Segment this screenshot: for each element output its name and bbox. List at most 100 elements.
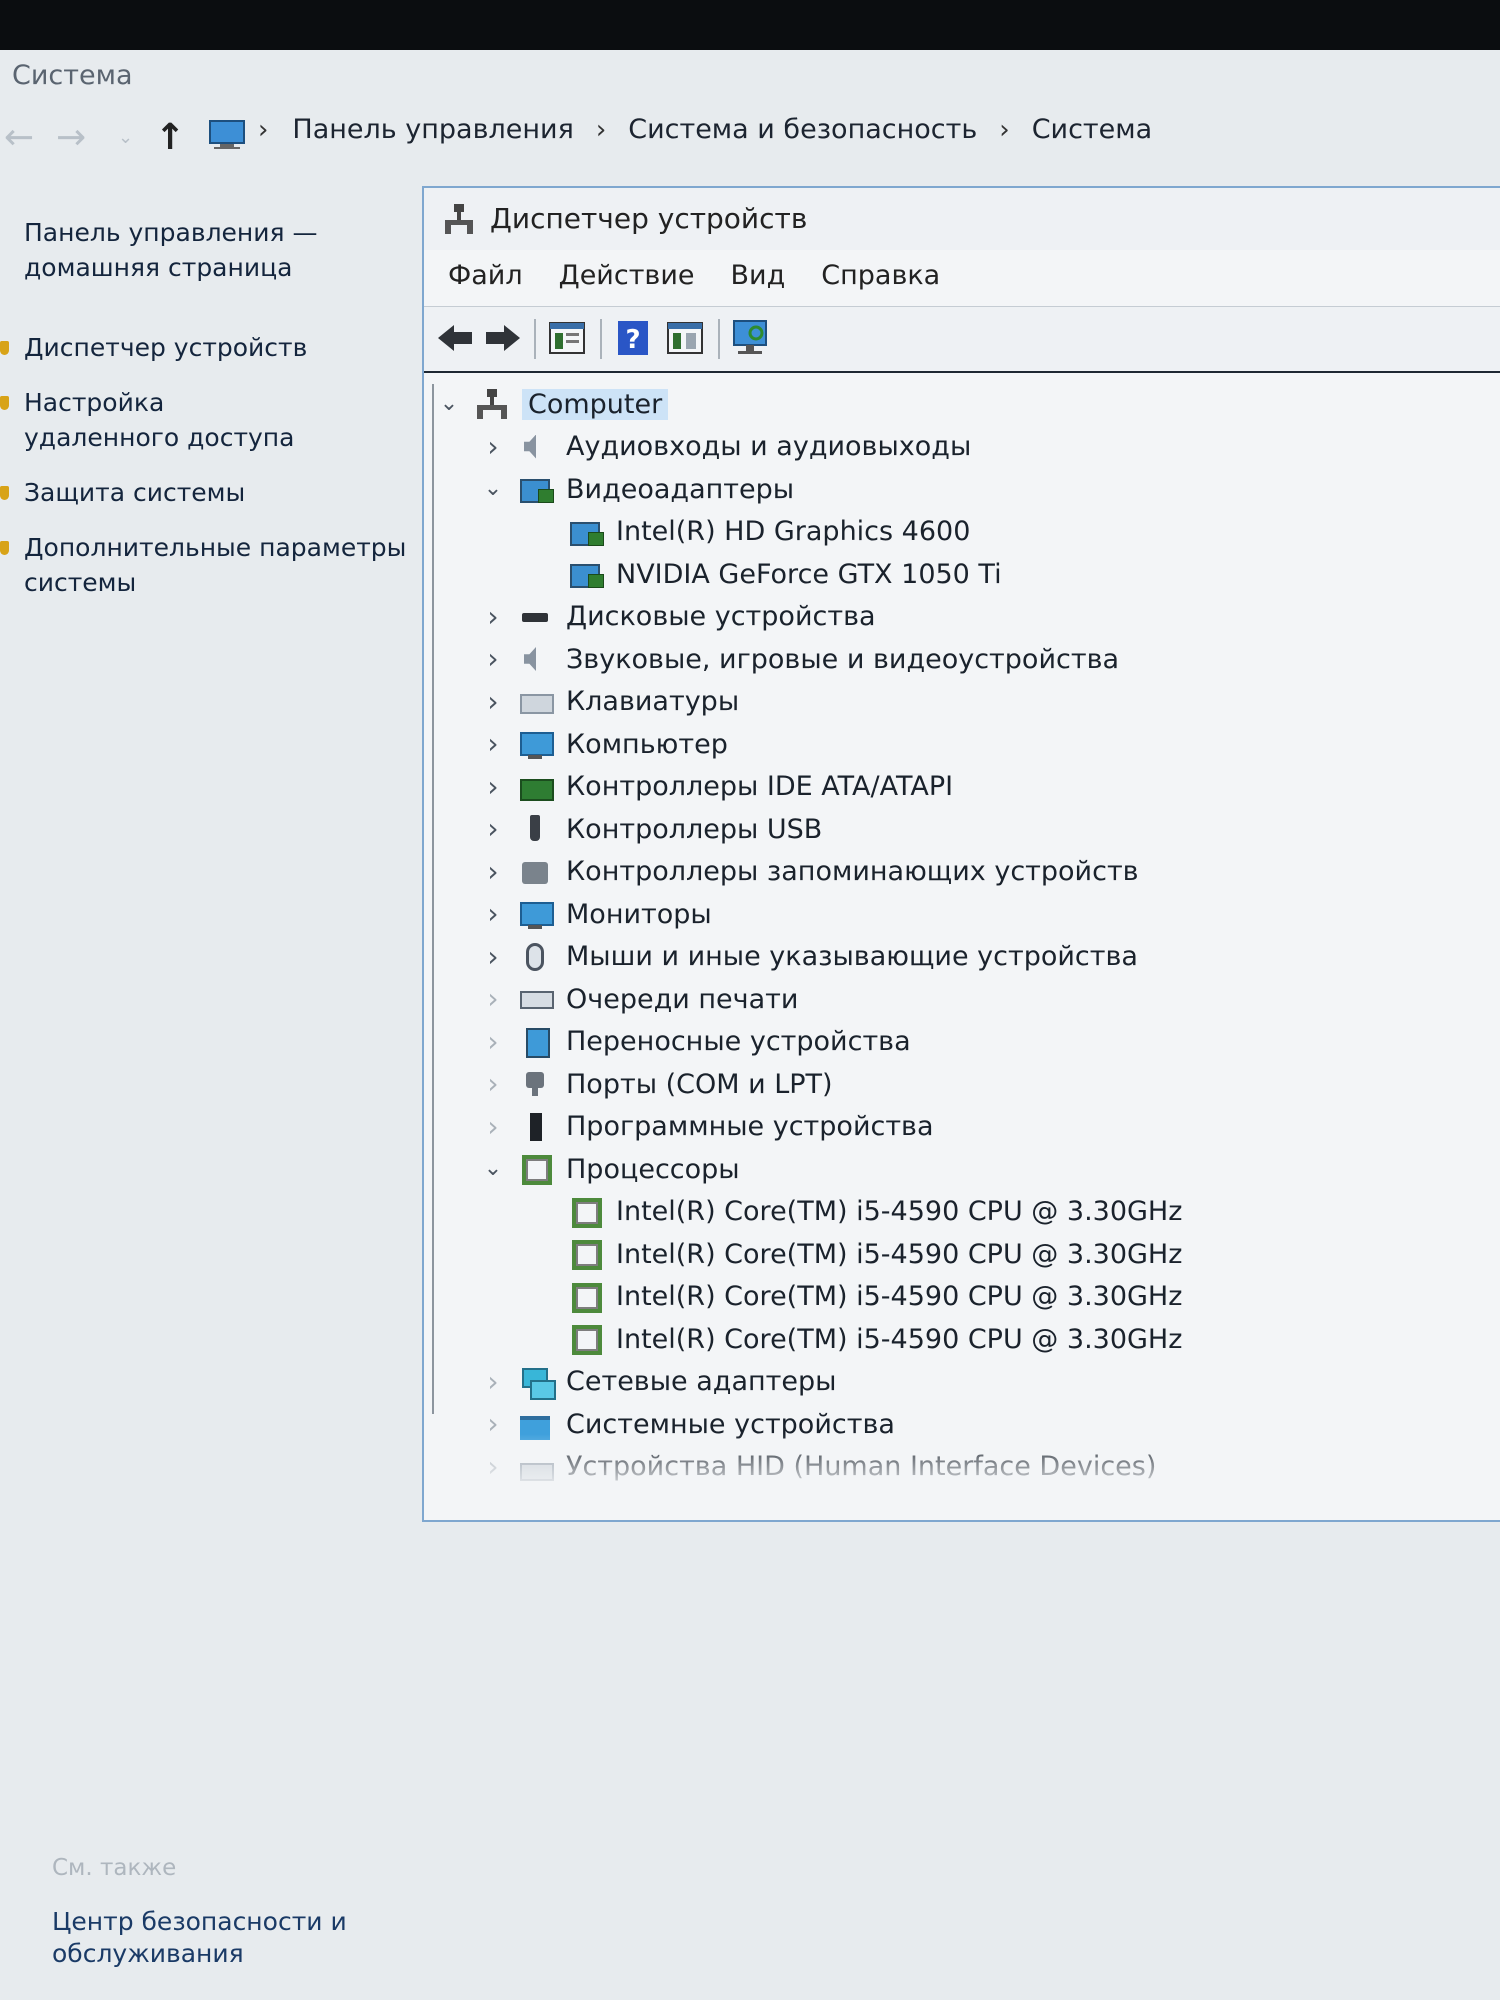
device-manager-icon bbox=[445, 204, 473, 234]
menu-view[interactable]: Вид bbox=[713, 254, 804, 298]
sidebar-item-advanced-settings[interactable]: Дополнительные параметры системы bbox=[0, 530, 414, 600]
expand-chevron-icon[interactable]: › bbox=[482, 730, 504, 758]
expand-chevron-icon[interactable]: › bbox=[482, 687, 504, 715]
tree-node-label: Intel(R) Core(TM) i5-4590 CPU @ 3.30GHz bbox=[616, 1238, 1183, 1270]
expand-chevron-icon[interactable]: › bbox=[482, 1410, 504, 1438]
breadcrumb-system[interactable]: Система bbox=[1032, 114, 1153, 145]
tree-root-computer[interactable]: ⌄ Computer bbox=[438, 384, 669, 424]
tree-node-label: Intel(R) Core(TM) i5-4590 CPU @ 3.30GHz bbox=[616, 1281, 1183, 1312]
tree-category[interactable]: › Порты (COM и LPT) bbox=[482, 1064, 832, 1104]
help-icon[interactable]: ? bbox=[612, 317, 654, 359]
up-button[interactable]: ↑ bbox=[155, 116, 185, 160]
collapse-chevron-icon[interactable]: ⌄ bbox=[438, 393, 460, 415]
forward-icon[interactable] bbox=[482, 317, 524, 359]
computer-root-icon bbox=[474, 388, 510, 420]
address-bar: ← → ⌄ ↑ › Панель управления › Система и … bbox=[0, 108, 1500, 172]
breadcrumb-separator-icon: › bbox=[999, 114, 1010, 145]
see-also-heading: См. также bbox=[52, 1855, 177, 1881]
tree-category[interactable]: › Аудиовходы и аудиовыходы bbox=[482, 427, 971, 467]
tree-node-label: Intel(R) Core(TM) i5-4590 CPU @ 3.30GHz bbox=[616, 1323, 1183, 1355]
collapse-chevron-icon[interactable]: ⌄ bbox=[482, 478, 504, 500]
menu-action[interactable]: Действие bbox=[541, 254, 713, 298]
device-manager-window: Диспетчер устройств Файл Действие Вид Сп… bbox=[422, 186, 1500, 1522]
expand-chevron-icon[interactable]: › bbox=[482, 602, 504, 630]
keyboard-icon bbox=[518, 686, 554, 718]
tree-category[interactable]: › Дисковые устройства bbox=[482, 597, 875, 637]
tree-category[interactable]: › Контроллеры IDE ATA/ATAPI bbox=[482, 767, 953, 807]
tree-category[interactable]: › Мониторы bbox=[482, 894, 711, 934]
tree-category[interactable]: › Сетевые адаптеры bbox=[482, 1362, 836, 1402]
security-maintenance-link[interactable]: Центр безопасности и обслуживания bbox=[52, 1906, 352, 1970]
usb-icon bbox=[518, 813, 554, 845]
monitor-scan-icon[interactable] bbox=[730, 317, 772, 359]
sidebar-item-remote-access[interactable]: Настройка удаленного доступа bbox=[0, 385, 324, 455]
tree-node-label: Компьютер bbox=[566, 728, 728, 760]
display-adapter-icon bbox=[568, 558, 604, 590]
tree-device[interactable]: NVIDIA GeForce GTX 1050 Ti bbox=[568, 554, 1002, 594]
portable-device-icon bbox=[518, 1026, 554, 1058]
collapse-chevron-icon[interactable]: ⌄ bbox=[482, 1158, 504, 1180]
expand-chevron-icon[interactable]: › bbox=[482, 772, 504, 800]
tree-category[interactable]: › Клавиатуры bbox=[482, 682, 739, 722]
tree-node-label: Аудиовходы и аудиовыходы bbox=[566, 431, 972, 462]
tree-device[interactable]: Intel(R) HD Graphics 4600 bbox=[568, 512, 970, 552]
expand-chevron-icon[interactable]: › bbox=[482, 1070, 504, 1098]
tree-node-label: Контроллеры запоминающих устройств bbox=[566, 856, 1139, 887]
sidebar-item-device-manager[interactable]: Диспетчер устройств bbox=[0, 330, 404, 365]
breadcrumb-control-panel[interactable]: Панель управления bbox=[292, 114, 573, 145]
tree-category[interactable]: › Контроллеры USB bbox=[482, 809, 822, 849]
disk-icon bbox=[518, 601, 554, 633]
view-icon[interactable] bbox=[664, 317, 706, 359]
sidebar-item-label: Диспетчер устройств bbox=[24, 333, 308, 362]
device-manager-title: Диспетчер устройств bbox=[490, 202, 808, 235]
recent-pages-chevron-icon[interactable]: ⌄ bbox=[118, 116, 133, 160]
tree-node-label: Intel(R) HD Graphics 4600 bbox=[616, 516, 971, 547]
expand-chevron-icon[interactable]: › bbox=[482, 815, 504, 843]
expand-chevron-icon[interactable]: › bbox=[482, 900, 504, 928]
breadcrumb: › Панель управления › Система и безопасн… bbox=[258, 114, 1152, 145]
expand-chevron-icon[interactable]: › bbox=[482, 942, 504, 970]
expand-chevron-icon[interactable]: › bbox=[482, 1112, 504, 1140]
tree-category[interactable]: ⌄ Видеоадаптеры bbox=[482, 469, 794, 509]
expand-chevron-icon[interactable]: › bbox=[482, 1367, 504, 1395]
tree-node-label: Видеоадаптеры bbox=[566, 473, 795, 505]
cpu-icon bbox=[568, 1281, 604, 1313]
tree-category[interactable]: › Контроллеры запоминающих устройств bbox=[482, 852, 1139, 892]
control-panel-home-link[interactable]: Панель управления — домашняя страница bbox=[24, 215, 324, 285]
back-button[interactable]: ← bbox=[4, 116, 34, 160]
tree-category[interactable]: ⌄ Процессоры bbox=[482, 1149, 740, 1189]
properties-icon[interactable] bbox=[546, 317, 588, 359]
expand-chevron-icon[interactable]: › bbox=[482, 645, 504, 673]
menu-file[interactable]: Файл bbox=[424, 254, 541, 298]
back-icon[interactable] bbox=[434, 317, 476, 359]
cpu-icon bbox=[518, 1153, 554, 1185]
tree-device[interactable]: Intel(R) Core(TM) i5-4590 CPU @ 3.30GHz bbox=[568, 1192, 1182, 1232]
display-adapter-icon bbox=[518, 473, 554, 505]
screen-top-bezel bbox=[0, 0, 1500, 50]
cpu-icon bbox=[568, 1323, 604, 1355]
cpu-icon bbox=[568, 1196, 604, 1228]
speaker-icon bbox=[518, 643, 554, 675]
tree-category[interactable]: › Программные устройства bbox=[482, 1107, 934, 1147]
tree-category[interactable]: › Очереди печати bbox=[482, 979, 798, 1019]
expand-chevron-icon[interactable]: › bbox=[482, 857, 504, 885]
breadcrumb-system-security[interactable]: Система и безопасность bbox=[628, 114, 977, 145]
tree-category[interactable]: › Мыши и иные указывающие устройства bbox=[482, 937, 1138, 977]
forward-button[interactable]: → bbox=[56, 116, 86, 160]
expand-chevron-icon[interactable]: › bbox=[482, 985, 504, 1013]
sidebar-item-system-protection[interactable]: Защита системы bbox=[0, 475, 404, 510]
monitor-icon bbox=[518, 898, 554, 930]
tree-category[interactable]: › Компьютер bbox=[482, 724, 728, 764]
menu-help[interactable]: Справка bbox=[803, 254, 958, 298]
device-manager-titlebar: Диспетчер устройств bbox=[424, 188, 1500, 250]
tree-device[interactable]: Intel(R) Core(TM) i5-4590 CPU @ 3.30GHz bbox=[568, 1234, 1182, 1274]
svg-text:?: ? bbox=[625, 325, 640, 355]
tree-category[interactable]: › Звуковые, игровые и видеоустройства bbox=[482, 639, 1119, 679]
tree-category[interactable]: › Переносные устройства bbox=[482, 1022, 911, 1062]
expand-chevron-icon[interactable]: › bbox=[482, 432, 504, 460]
tree-node-label: Программные устройства bbox=[566, 1111, 934, 1142]
tree-device[interactable]: Intel(R) Core(TM) i5-4590 CPU @ 3.30GHz bbox=[568, 1319, 1182, 1359]
tree-device[interactable]: Intel(R) Core(TM) i5-4590 CPU @ 3.30GHz bbox=[568, 1277, 1182, 1317]
window-title: Система bbox=[12, 60, 133, 91]
expand-chevron-icon[interactable]: › bbox=[482, 1027, 504, 1055]
